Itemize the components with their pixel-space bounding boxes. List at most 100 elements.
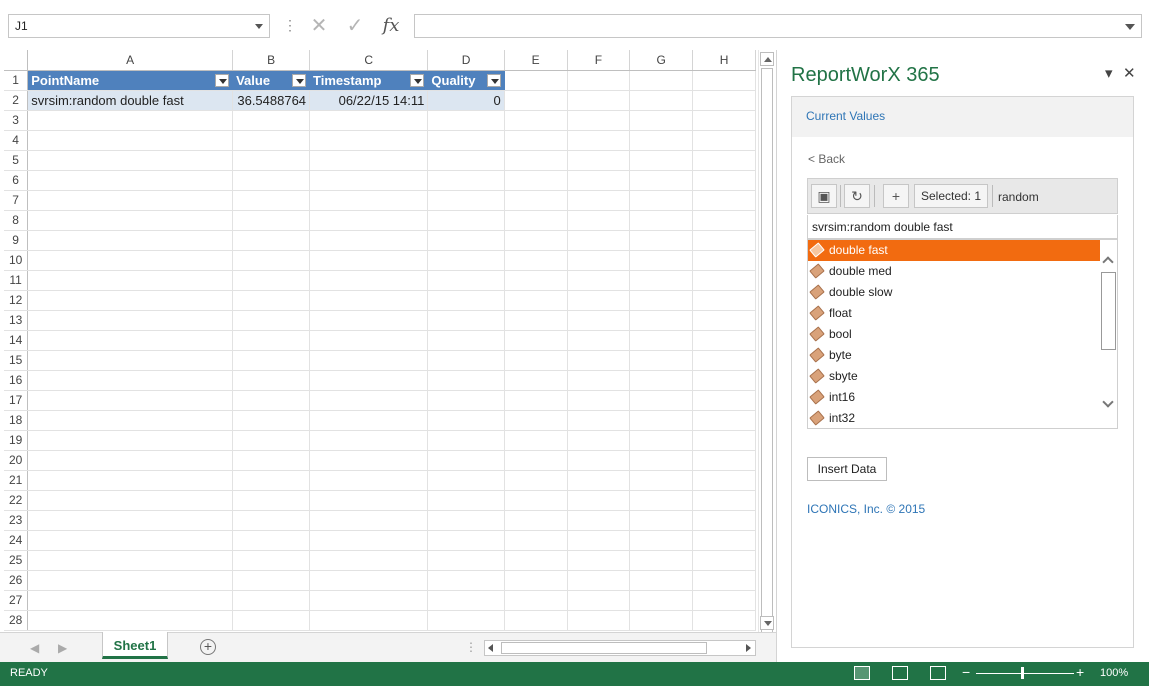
list-item[interactable]: byte [808, 345, 1100, 366]
row-header[interactable]: 21 [4, 470, 29, 491]
horizontal-scrollbar[interactable] [484, 640, 756, 656]
cell[interactable] [629, 390, 694, 411]
close-icon[interactable]: ✕ [1123, 64, 1136, 82]
cell[interactable] [629, 290, 694, 311]
cell[interactable] [692, 250, 756, 271]
cell-timestamp[interactable]: 06/22/15 14:11 [309, 90, 429, 111]
cell[interactable] [427, 550, 505, 571]
scroll-up-icon[interactable] [760, 52, 774, 66]
cell[interactable] [567, 290, 631, 311]
cell[interactable] [629, 450, 694, 471]
cell[interactable] [427, 130, 505, 151]
cell[interactable] [232, 330, 311, 351]
cell[interactable] [692, 170, 756, 191]
cell[interactable] [27, 310, 234, 331]
cell[interactable] [567, 390, 631, 411]
cell[interactable] [629, 210, 694, 231]
cell[interactable] [27, 390, 234, 411]
cell[interactable] [309, 110, 429, 131]
row-header[interactable]: 19 [4, 430, 29, 451]
cell-pointname[interactable]: svrsim:random double fast [27, 90, 234, 111]
cell[interactable] [27, 590, 234, 611]
cell[interactable] [504, 530, 568, 551]
cell[interactable] [309, 490, 429, 511]
row-header[interactable]: 7 [4, 190, 29, 211]
cell[interactable] [567, 510, 631, 531]
back-link[interactable]: < Back [808, 152, 845, 166]
cell[interactable] [567, 430, 631, 451]
row-header[interactable]: 3 [4, 110, 29, 131]
path-field[interactable]: svrsim:random double fast [807, 215, 1118, 239]
zoom-in-icon[interactable]: + [1076, 665, 1084, 679]
cell[interactable] [567, 230, 631, 251]
cell[interactable] [629, 90, 694, 111]
cell[interactable] [27, 210, 234, 231]
cell[interactable] [427, 610, 505, 631]
cell[interactable] [427, 370, 505, 391]
cell[interactable] [232, 370, 311, 391]
insert-function-icon[interactable]: fx [376, 14, 406, 38]
table-header-pointname[interactable]: PointName [27, 70, 234, 91]
cell[interactable] [567, 570, 631, 591]
cell[interactable] [504, 150, 568, 171]
page-layout-view-icon[interactable] [892, 666, 908, 680]
add-sheet-icon[interactable]: + [200, 639, 216, 655]
folder-icon[interactable]: ▣ [811, 184, 837, 208]
cell[interactable] [692, 230, 756, 251]
cell[interactable] [504, 550, 568, 571]
cell[interactable] [427, 530, 505, 551]
cell[interactable] [629, 570, 694, 591]
cell[interactable] [692, 130, 756, 151]
add-icon[interactable]: + [883, 184, 909, 208]
cell[interactable] [629, 270, 694, 291]
cell[interactable] [309, 370, 429, 391]
cell[interactable] [27, 490, 234, 511]
cell[interactable] [629, 310, 694, 331]
cell[interactable] [504, 110, 568, 131]
cell[interactable] [309, 210, 429, 231]
cell[interactable] [309, 430, 429, 451]
cell[interactable] [309, 590, 429, 611]
cell[interactable] [427, 390, 505, 411]
cell[interactable] [567, 110, 631, 131]
row-header[interactable]: 5 [4, 150, 29, 171]
insert-data-button[interactable]: Insert Data [807, 457, 887, 481]
cell[interactable] [27, 430, 234, 451]
cell[interactable] [427, 310, 505, 331]
cell[interactable] [692, 290, 756, 311]
cell[interactable] [27, 330, 234, 351]
cell[interactable] [232, 410, 311, 431]
cell[interactable] [427, 590, 505, 611]
filter-dropdown-icon[interactable] [215, 73, 230, 87]
cell[interactable] [232, 490, 311, 511]
cell[interactable] [692, 430, 756, 451]
cell[interactable] [27, 250, 234, 271]
cell[interactable] [504, 610, 568, 631]
cell[interactable] [27, 570, 234, 591]
cell[interactable] [629, 550, 694, 571]
cell[interactable] [504, 90, 568, 111]
filter-dropdown-icon[interactable] [486, 73, 501, 87]
cell[interactable] [504, 430, 568, 451]
cell[interactable] [427, 570, 505, 591]
cell[interactable] [567, 270, 631, 291]
cell[interactable] [309, 350, 429, 371]
cell[interactable] [504, 210, 568, 231]
row-header[interactable]: 14 [4, 330, 29, 351]
cell[interactable] [567, 450, 631, 471]
point-list[interactable]: double fast double med double slow float boo… [807, 239, 1118, 429]
cell[interactable] [504, 170, 568, 191]
row-header[interactable]: 13 [4, 310, 29, 331]
cell[interactable] [27, 530, 234, 551]
scrollbar-thumb[interactable] [501, 642, 707, 654]
cell[interactable] [309, 130, 429, 151]
cell[interactable] [27, 450, 234, 471]
row-header[interactable]: 26 [4, 570, 29, 591]
row-header[interactable]: 25 [4, 550, 29, 571]
cell[interactable] [309, 530, 429, 551]
cell[interactable] [309, 290, 429, 311]
cell[interactable] [232, 530, 311, 551]
chevron-down-icon[interactable] [1102, 396, 1114, 408]
cell[interactable] [692, 450, 756, 471]
filter-dropdown-icon[interactable] [410, 73, 425, 87]
